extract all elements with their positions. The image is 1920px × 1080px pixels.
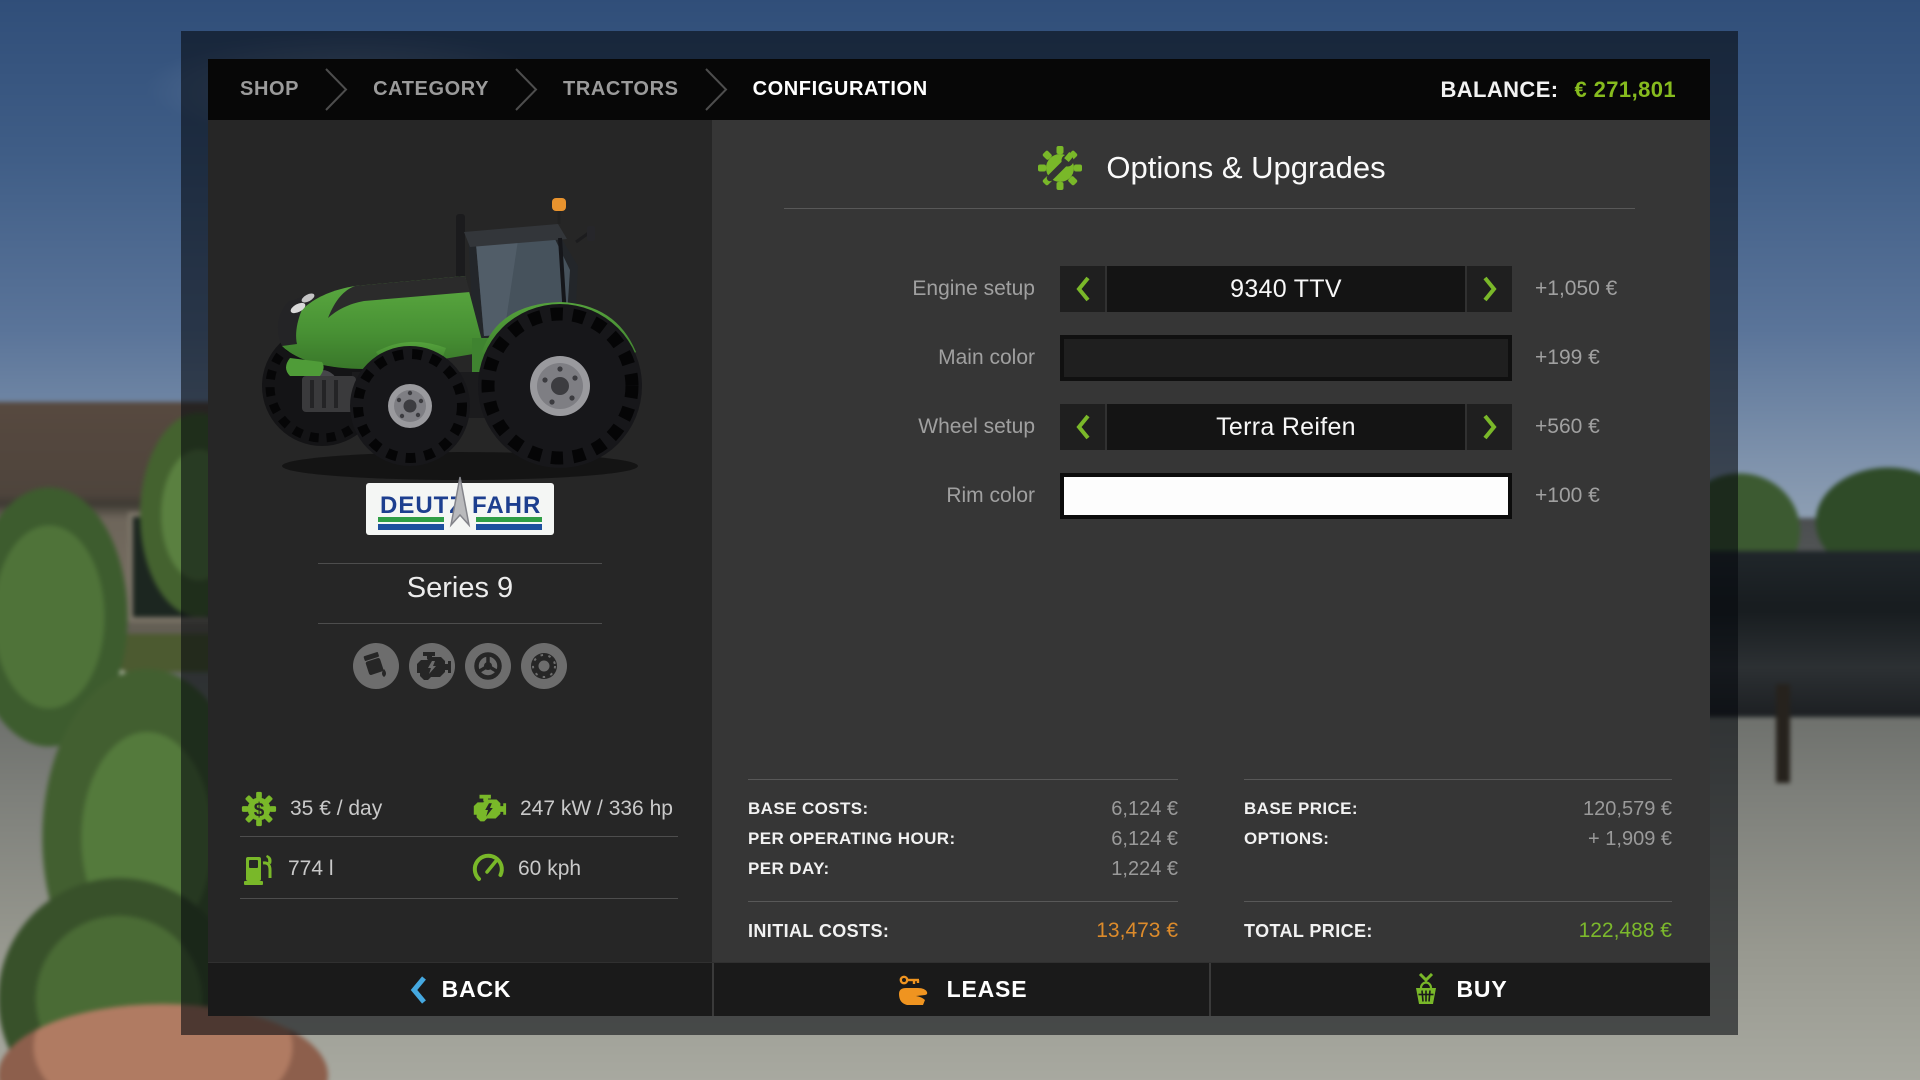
shop-configuration-dialog: SHOP CATEGORY TRACTORS CONFIGURATION BAL… [208, 59, 1710, 1016]
stat-fuel: 774 l [240, 851, 470, 887]
costs-column: BASE COSTS: 6,124 € PER OPERATING HOUR: … [748, 120, 1178, 962]
options-value: + 1,909 € [1588, 824, 1672, 854]
price-column: BASE PRICE: 120,579 € OPTIONS: + 1,909 €… [1244, 120, 1672, 962]
buy-button-label: BUY [1457, 976, 1508, 1003]
cost-row: BASE PRICE: 120,579 € [1244, 794, 1672, 824]
spec-icons-row [208, 643, 712, 689]
divider [1244, 779, 1672, 780]
lease-button[interactable]: LEASE [714, 963, 1209, 1016]
cost-row: BASE COSTS: 6,124 € [748, 794, 1178, 824]
initial-costs-label: INITIAL COSTS: [748, 915, 889, 947]
configuration-panel: Options & Upgrades Engine setup 9340 TTV… [712, 120, 1710, 962]
fuel-pump-icon [240, 851, 276, 887]
divider [240, 898, 678, 899]
chevron-separator-icon [703, 59, 729, 120]
base-costs-value: 6,124 € [1111, 794, 1178, 824]
chevron-left-icon [409, 975, 427, 1005]
divider [318, 623, 602, 624]
cost-row: OPTIONS: + 1,909 € [1244, 824, 1672, 854]
stat-power-value: 247 kW / 336 hp [520, 797, 673, 821]
svg-text:$: $ [254, 800, 265, 821]
divider [318, 563, 602, 564]
basket-icon [1410, 973, 1442, 1007]
speedometer-icon [470, 851, 506, 887]
divider [1244, 901, 1672, 902]
stat-speed: 60 kph [470, 851, 678, 887]
stat-maintenance: $ 35 € / day [240, 790, 470, 828]
divider [748, 901, 1178, 902]
initial-costs-value: 13,473 € [1096, 915, 1178, 947]
brand-text-right: FAHR [472, 492, 541, 519]
shed-leg [1776, 684, 1790, 783]
breadcrumb-configuration: CONFIGURATION [753, 78, 928, 101]
stat-fuel-value: 774 l [288, 857, 334, 881]
breadcrumb-tractors[interactable]: TRACTORS [563, 78, 679, 101]
initial-costs-row: INITIAL COSTS: 13,473 € [748, 915, 1178, 947]
engine-icon [409, 643, 455, 689]
divider [748, 779, 1178, 780]
balance-label: BALANCE: [1440, 77, 1558, 103]
chevron-separator-icon [513, 59, 539, 120]
paint-icon [353, 643, 399, 689]
base-price-value: 120,579 € [1583, 794, 1672, 824]
total-price-label: TOTAL PRICE: [1244, 915, 1373, 947]
vehicle-name: Series 9 [208, 572, 712, 605]
stat-maintenance-value: 35 € / day [290, 797, 382, 821]
rim-icon [465, 643, 511, 689]
stats-row-1: $ 35 € / day 247 kW / 336 hp [240, 785, 678, 833]
breadcrumb-category[interactable]: CATEGORY [373, 78, 489, 101]
back-button-label: BACK [442, 976, 512, 1003]
tire-icon [521, 643, 567, 689]
tractor-preview-image [260, 180, 660, 490]
hand-key-icon [896, 972, 932, 1008]
balance-display: BALANCE: € 271,801 [1440, 77, 1710, 103]
divider [240, 836, 678, 837]
base-costs-label: BASE COSTS: [748, 794, 869, 824]
balance-value: € 271,801 [1575, 77, 1676, 103]
cost-row: PER DAY: 1,224 € [748, 854, 1178, 884]
buy-button[interactable]: BUY [1211, 963, 1706, 1016]
vehicle-panel: DEUTZ FAHR Series 9 [208, 120, 712, 962]
stat-power: 247 kW / 336 hp [470, 790, 678, 828]
stats-row-2: 774 l 60 kph [240, 845, 678, 893]
brand-logo: DEUTZ FAHR [366, 475, 554, 537]
engine-power-icon [470, 790, 508, 828]
game-screen: { "colors": { "accent_green": "#7ab829",… [0, 0, 1920, 1080]
per-day-label: PER DAY: [748, 854, 830, 884]
breadcrumb-shop[interactable]: SHOP [240, 78, 299, 101]
per-operating-hour-value: 6,124 € [1111, 824, 1178, 854]
total-price-row: TOTAL PRICE: 122,488 € [1244, 915, 1672, 947]
cost-row: PER OPERATING HOUR: 6,124 € [748, 824, 1178, 854]
options-label: OPTIONS: [1244, 824, 1329, 854]
lease-button-label: LEASE [947, 976, 1028, 1003]
total-price-value: 122,488 € [1579, 915, 1672, 947]
back-button[interactable]: BACK [208, 963, 712, 1016]
per-day-value: 1,224 € [1111, 854, 1178, 884]
chevron-separator-icon [323, 59, 349, 120]
per-operating-hour-label: PER OPERATING HOUR: [748, 824, 956, 854]
breadcrumb-bar: SHOP CATEGORY TRACTORS CONFIGURATION BAL… [208, 59, 1710, 120]
stat-speed-value: 60 kph [518, 857, 581, 881]
base-price-label: BASE PRICE: [1244, 794, 1358, 824]
action-bar: BACK LEASE [208, 962, 1710, 1016]
money-gear-icon: $ [240, 790, 278, 828]
